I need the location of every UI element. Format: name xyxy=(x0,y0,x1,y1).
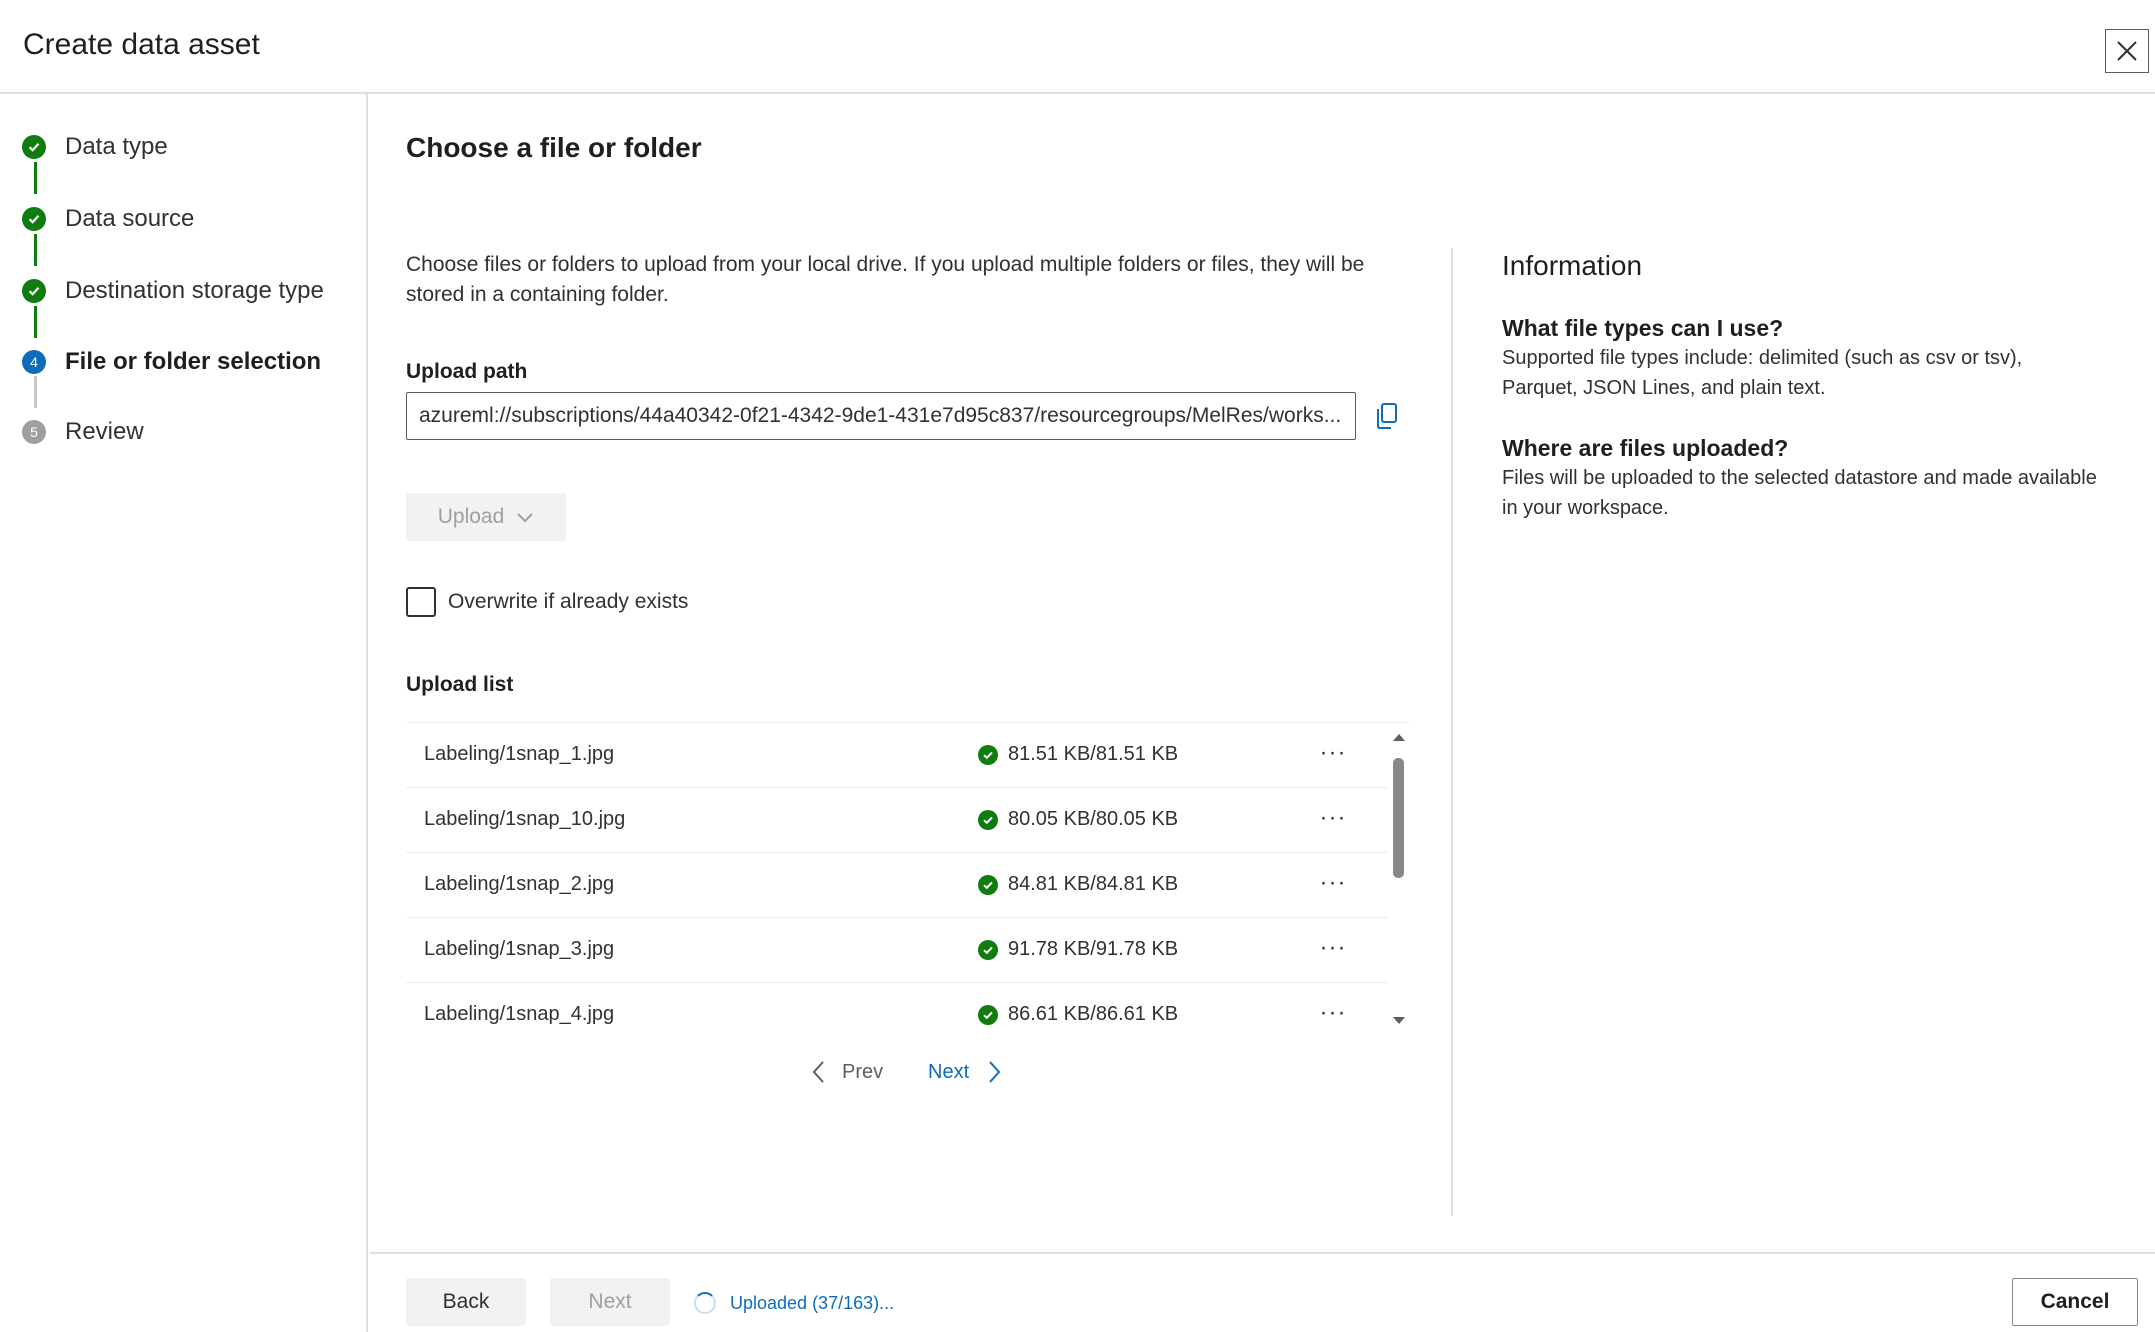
description-text: Choose files or folders to upload from y… xyxy=(406,253,1365,306)
step-label: Data type xyxy=(65,133,168,160)
info-question: Where are files uploaded? xyxy=(1502,435,1789,461)
file-size: 86.61 KB/86.61 KB xyxy=(1008,1003,1179,1025)
cancel-button[interactable]: Cancel xyxy=(2012,1278,2138,1326)
file-name: Labeling/1snap_10.jpg xyxy=(424,808,626,830)
next-page-button[interactable]: Next xyxy=(928,1055,1003,1089)
next-button[interactable]: Next xyxy=(550,1278,670,1326)
step-connector xyxy=(34,162,37,194)
info-title: Information xyxy=(1502,250,1643,281)
file-name: Labeling/1snap_3.jpg xyxy=(424,938,615,960)
step-label: Destination storage type xyxy=(65,277,324,304)
file-size: 80.05 KB/80.05 KB xyxy=(1008,808,1179,830)
cancel-label: Cancel xyxy=(2040,1290,2110,1313)
upload-path-value: azureml://subscriptions/44a40342-0f21-43… xyxy=(419,404,1342,427)
step-number-badge: 5 xyxy=(22,420,46,444)
step-destination-storage-type[interactable]: Destination storage type xyxy=(22,276,324,306)
list-item: Labeling/1snap_4.jpg 86.61 KB/86.61 KB ·… xyxy=(406,983,1388,1040)
close-icon xyxy=(2117,41,2137,61)
upload-path-label: Upload path xyxy=(406,360,528,383)
check-circle-icon xyxy=(978,874,998,895)
prev-label: Prev xyxy=(842,1060,884,1083)
more-icon: ··· xyxy=(1319,869,1347,896)
file-size: 91.78 KB/91.78 KB xyxy=(1008,938,1179,960)
spinner-icon xyxy=(694,1292,716,1314)
upload-status: 80.05 KB/80.05 KB xyxy=(978,808,1178,831)
copy-button[interactable] xyxy=(1372,400,1402,432)
check-circle-icon xyxy=(22,135,46,159)
upload-progress: Uploaded (37/163)... xyxy=(694,1292,894,1314)
overwrite-label[interactable]: Overwrite if already exists xyxy=(448,590,688,614)
footer-divider xyxy=(370,1252,2155,1254)
file-size: 81.51 KB/81.51 KB xyxy=(1008,743,1179,765)
check-circle-icon xyxy=(22,207,46,231)
step-connector xyxy=(34,376,37,408)
copy-icon xyxy=(1377,403,1397,429)
file-size: 84.81 KB/84.81 KB xyxy=(1008,873,1179,895)
prev-page-button[interactable]: Prev xyxy=(810,1055,883,1089)
file-name: Labeling/1snap_1.jpg xyxy=(424,743,615,765)
list-item: Labeling/1snap_10.jpg 80.05 KB/80.05 KB … xyxy=(406,788,1388,853)
more-options-button[interactable]: ··· xyxy=(1311,798,1355,838)
back-button[interactable]: Back xyxy=(406,1278,526,1326)
upload-list-label: Upload list xyxy=(406,673,514,696)
next-label: Next xyxy=(588,1290,632,1313)
file-name: Labeling/1snap_4.jpg xyxy=(424,1003,615,1025)
file-name: Labeling/1snap_2.jpg xyxy=(424,873,615,895)
more-options-button[interactable]: ··· xyxy=(1311,993,1355,1033)
info-question: What file types can I use? xyxy=(1502,315,1784,341)
close-button[interactable] xyxy=(2105,29,2149,73)
back-label: Back xyxy=(442,1290,490,1313)
scroll-down-icon[interactable] xyxy=(1390,1014,1408,1028)
check-circle-icon xyxy=(978,809,998,830)
upload-button-label: Upload xyxy=(437,505,505,528)
step-label: Review xyxy=(65,418,144,445)
upload-list: Labeling/1snap_1.jpg 81.51 KB/81.51 KB ·… xyxy=(406,722,1410,1040)
step-number-badge: 4 xyxy=(22,350,46,374)
check-circle-icon xyxy=(978,744,998,765)
more-icon: ··· xyxy=(1319,804,1347,831)
step-label: Data source xyxy=(65,205,195,232)
upload-status-text: Uploaded (37/163)... xyxy=(730,1292,895,1313)
step-label: File or folder selection xyxy=(65,348,322,375)
dialog-title: Create data asset xyxy=(23,28,260,61)
step-connector xyxy=(34,306,37,338)
step-review[interactable]: 5 Review xyxy=(22,417,144,447)
scroll-up-icon[interactable] xyxy=(1390,730,1408,744)
step-data-type[interactable]: Data type xyxy=(22,132,168,162)
scrollbar-thumb[interactable] xyxy=(1393,758,1404,878)
info-answer: Files will be uploaded to the selected d… xyxy=(1502,467,2097,519)
more-options-button[interactable]: ··· xyxy=(1311,928,1355,968)
upload-status: 81.51 KB/81.51 KB xyxy=(978,743,1178,766)
next-label: Next xyxy=(928,1060,970,1083)
list-item: Labeling/1snap_2.jpg 84.81 KB/84.81 KB ·… xyxy=(406,853,1388,918)
info-answer: Supported file types include: delimited … xyxy=(1502,347,2023,399)
more-options-button[interactable]: ··· xyxy=(1311,733,1355,773)
chevron-down-icon xyxy=(517,513,533,523)
chevron-right-icon xyxy=(989,1061,1001,1083)
more-icon: ··· xyxy=(1319,934,1347,961)
upload-path-field[interactable]: azureml://subscriptions/44a40342-0f21-43… xyxy=(406,392,1356,440)
step-connector xyxy=(34,234,37,266)
dialog-header: Create data asset xyxy=(0,0,2155,94)
upload-button[interactable]: Upload xyxy=(406,493,566,541)
upload-status: 86.61 KB/86.61 KB xyxy=(978,1003,1178,1026)
page-title: Choose a file or folder xyxy=(406,132,702,163)
more-options-button[interactable]: ··· xyxy=(1311,863,1355,903)
list-item: Labeling/1snap_3.jpg 91.78 KB/91.78 KB ·… xyxy=(406,918,1388,983)
step-data-source[interactable]: Data source xyxy=(22,204,194,234)
upload-status: 91.78 KB/91.78 KB xyxy=(978,938,1178,961)
more-icon: ··· xyxy=(1319,999,1347,1026)
check-circle-icon xyxy=(978,1004,998,1025)
upload-status: 84.81 KB/84.81 KB xyxy=(978,873,1178,896)
pane-divider xyxy=(1451,248,1453,1216)
more-icon: ··· xyxy=(1319,739,1347,766)
check-circle-icon xyxy=(978,939,998,960)
step-file-or-folder-selection[interactable]: 4 File or folder selection xyxy=(22,347,321,377)
list-item: Labeling/1snap_1.jpg 81.51 KB/81.51 KB ·… xyxy=(406,723,1388,788)
overwrite-checkbox[interactable] xyxy=(406,587,436,617)
chevron-left-icon xyxy=(812,1061,824,1083)
check-circle-icon xyxy=(22,279,46,303)
